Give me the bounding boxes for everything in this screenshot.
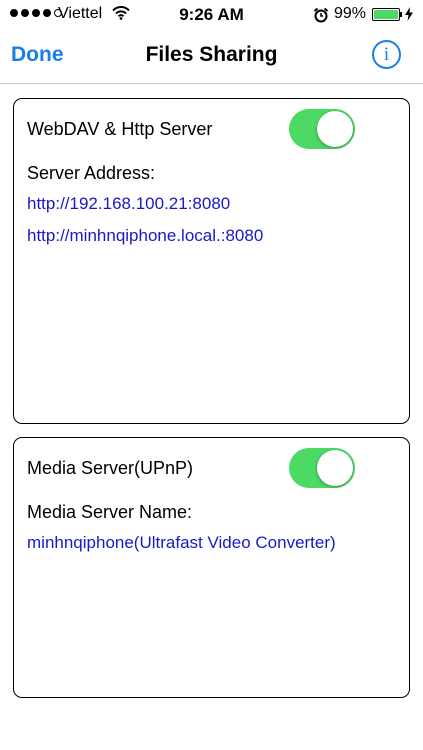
charging-bolt-icon — [405, 7, 413, 26]
media-server-toggle[interactable] — [289, 448, 355, 488]
toggle-knob — [317, 111, 353, 147]
webdav-server-toggle[interactable] — [289, 109, 355, 149]
info-icon[interactable]: i — [372, 40, 401, 69]
toggle-knob — [317, 450, 353, 486]
navigation-bar: Done Files Sharing i — [0, 30, 423, 84]
media-server-name-value: minhnqiphone(Ultrafast Video Converter) — [27, 533, 336, 552]
status-bar: Viettel 9:26 AM 99% — [0, 0, 423, 30]
webdav-server-label: WebDAV & Http Server — [27, 119, 213, 139]
media-server-name-label: Media Server Name: — [27, 502, 193, 522]
webdav-server-panel: WebDAV & Http Server Server Address: htt… — [13, 98, 410, 424]
server-hostname-link[interactable]: http://minhnqiphone.local.:8080 — [27, 226, 263, 246]
battery-tip — [400, 12, 402, 17]
server-ip-address-link[interactable]: http://192.168.100.21:8080 — [27, 194, 230, 214]
page-title: Files Sharing — [145, 43, 278, 66]
battery-icon — [372, 8, 400, 21]
battery-percentage: 99% — [334, 5, 367, 22]
battery-fill — [374, 10, 398, 19]
media-server-label: Media Server(UPnP) — [27, 458, 194, 478]
server-address-label: Server Address: — [27, 163, 156, 183]
alarm-icon — [313, 7, 329, 28]
media-server-panel: Media Server(UPnP) Media Server Name: mi… — [13, 437, 410, 698]
screen: Viettel 9:26 AM 99% Done Files Sharing i… — [0, 0, 423, 750]
